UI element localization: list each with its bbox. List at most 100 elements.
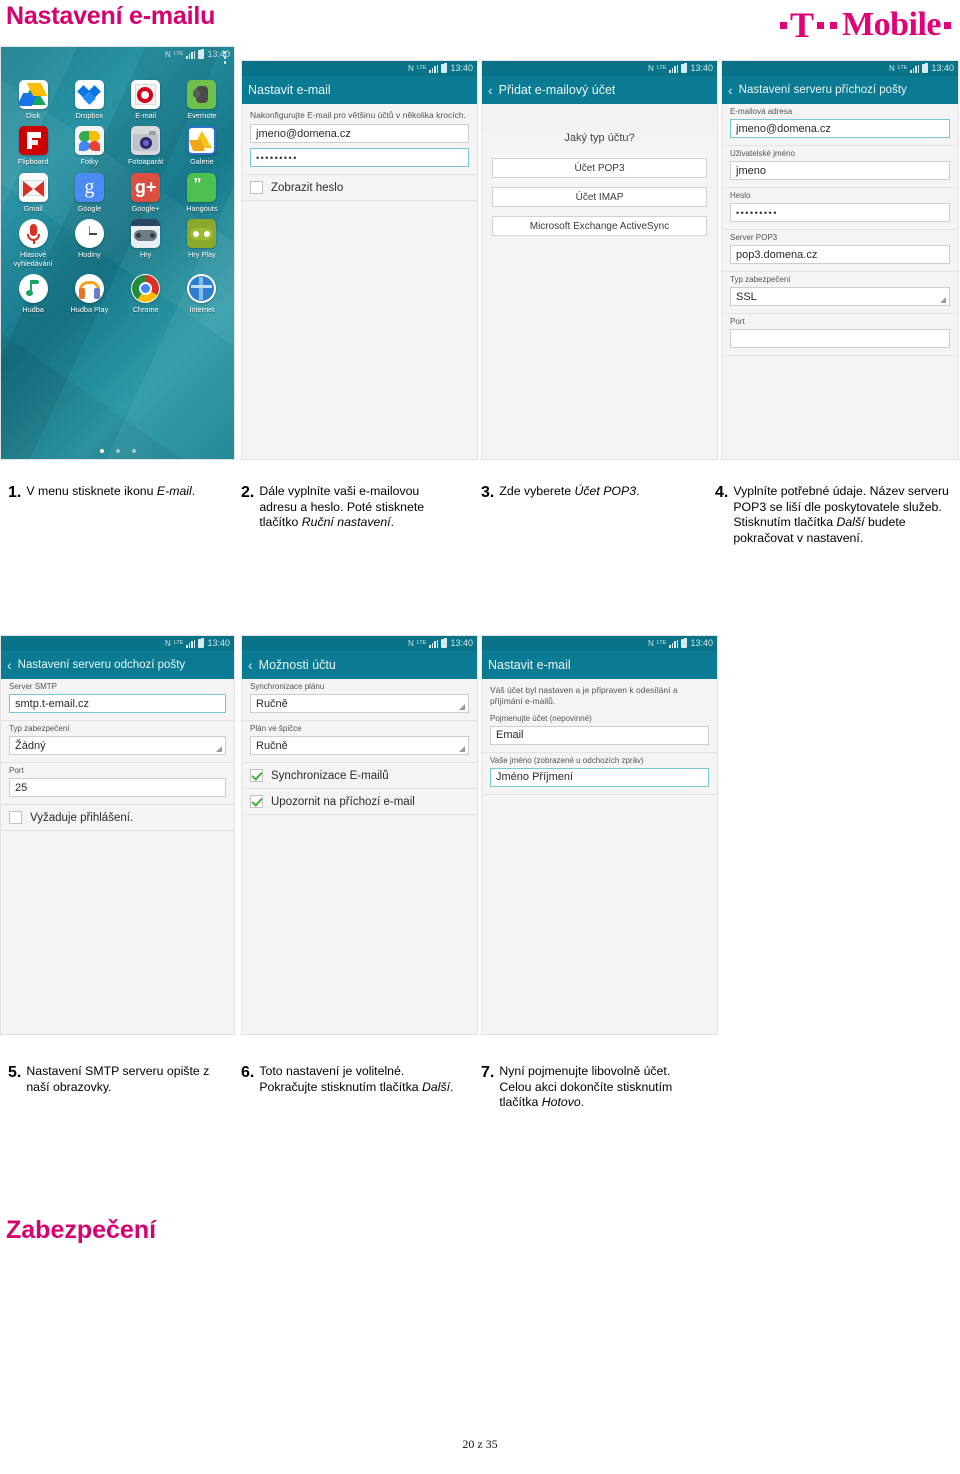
- camera-icon: [131, 126, 161, 156]
- app-hangouts[interactable]: ” Hangouts: [174, 172, 230, 213]
- clock: 13:40: [450, 638, 473, 648]
- voice-search-icon: [18, 219, 48, 249]
- signal-icon: [186, 639, 196, 648]
- require-signin-label: Vyžaduje přihlášení.: [30, 811, 134, 824]
- option-exchange[interactable]: Microsoft Exchange ActiveSync: [492, 216, 707, 236]
- app-email[interactable]: E-mail: [118, 80, 174, 120]
- app-evernote[interactable]: Evernote: [174, 80, 230, 120]
- battery-icon: [198, 638, 205, 648]
- account-name-input[interactable]: Email: [490, 725, 709, 745]
- port-input[interactable]: 25: [9, 778, 226, 797]
- page-indicator[interactable]: [1, 449, 234, 453]
- caption-text: V menu stisknete ikonu E-mail.: [26, 484, 196, 498]
- sync-schedule-select[interactable]: Ručně: [250, 694, 469, 713]
- app-label: Fotoaparát: [127, 157, 164, 167]
- back-chevron-icon[interactable]: ‹: [728, 82, 733, 98]
- app-galerie[interactable]: Galerie: [174, 126, 230, 166]
- caption-text: Zde vyberete Účet POP3.: [499, 484, 640, 498]
- nfc-icon: N: [165, 50, 171, 59]
- app-grid: Disk Dropbox E-mail Evernote Flipboard F…: [1, 62, 234, 314]
- require-signin-row[interactable]: Vyžaduje přihlášení.: [1, 805, 234, 831]
- field-label: Typ zabezpečení: [730, 275, 791, 284]
- caption-text: Vyplníte potřebné údaje. Název serveru P…: [733, 484, 949, 546]
- app-fotoaparat[interactable]: Fotoaparát: [118, 126, 174, 166]
- sync-emails-checkbox[interactable]: [250, 769, 263, 782]
- field-account-name: Pojmenujte účet (nepovinné) Email: [482, 710, 717, 753]
- app-bar-title: Nastavit e-mail: [488, 658, 571, 672]
- app-flipboard[interactable]: Flipboard: [5, 126, 61, 166]
- sync-emails-row[interactable]: Synchronizace E-mailů: [242, 763, 477, 789]
- app-hry-play[interactable]: Hry Play: [174, 219, 230, 268]
- nfc-icon: N: [889, 64, 895, 73]
- clock: 13:40: [450, 63, 473, 73]
- app-chrome[interactable]: Chrome: [118, 273, 174, 314]
- pop3-server-input[interactable]: pop3.domena.cz: [730, 245, 950, 264]
- caption-text: Dále vyplníte vaši e-mailovou adresu a h…: [259, 484, 425, 530]
- logo-dot-right: [944, 21, 951, 29]
- username-input[interactable]: jmeno: [730, 161, 950, 180]
- hangouts-icon: ”: [187, 172, 217, 202]
- app-disk[interactable]: Disk: [5, 80, 61, 120]
- field-label: Port: [9, 766, 24, 775]
- lte-icon: LTE: [416, 640, 427, 646]
- caption-number: 6.: [241, 1064, 255, 1081]
- app-label: Fotky: [80, 157, 99, 167]
- back-chevron-icon[interactable]: ‹: [248, 657, 253, 673]
- screenshot-outgoing-server: N LTE 13:40 ‹ Nastavení serveru odchozí …: [0, 635, 235, 1035]
- password-field[interactable]: •••••••••: [250, 148, 469, 168]
- display-name-input[interactable]: Jméno Příjmení: [490, 767, 709, 787]
- security-type-select[interactable]: SSL: [730, 287, 950, 306]
- lte-icon: LTE: [416, 65, 427, 71]
- field-sync-schedule: Synchronizace plánu Ručně: [242, 679, 477, 721]
- back-chevron-icon[interactable]: ‹: [7, 657, 12, 673]
- back-chevron-icon[interactable]: ‹: [488, 82, 493, 98]
- email-field[interactable]: jmeno@domena.cz: [250, 124, 469, 144]
- show-password-row[interactable]: Zobrazit heslo: [242, 174, 477, 202]
- caption-number: 7.: [481, 1064, 495, 1081]
- app-label: Chrome: [132, 304, 159, 314]
- smtp-server-input[interactable]: smtp.t-email.cz: [9, 694, 226, 713]
- app-google[interactable]: g Google: [61, 172, 117, 213]
- app-gmail[interactable]: Gmail: [5, 172, 61, 213]
- app-fotky[interactable]: Fotky: [61, 126, 117, 166]
- app-label: Dropbox: [75, 111, 104, 120]
- logo-dot-mid1: [817, 21, 825, 29]
- security-type-select[interactable]: Žádný: [9, 736, 226, 755]
- app-dropbox[interactable]: Dropbox: [61, 80, 117, 120]
- internet-icon: [187, 273, 217, 303]
- app-hry[interactable]: Hry: [118, 219, 174, 268]
- field-label: E-mailová adresa: [730, 107, 793, 116]
- screen-body: Synchronizace plánu Ručně Plán ve špičce…: [242, 679, 477, 1034]
- app-hudba-play[interactable]: Hudba Play: [61, 273, 117, 314]
- notify-email-checkbox[interactable]: [250, 795, 263, 808]
- caption-7: 7. Nyní pojmenujte libovolně účet. Celou…: [481, 1064, 696, 1111]
- nfc-icon: N: [648, 64, 654, 73]
- signal-icon: [669, 639, 679, 648]
- peak-schedule-select[interactable]: Ručně: [250, 736, 469, 755]
- play-music-icon: [74, 273, 104, 303]
- signal-icon: [429, 64, 439, 73]
- app-googleplus[interactable]: g+ Google+: [118, 172, 174, 213]
- app-bar-title: Nastavit e-mail: [248, 83, 331, 97]
- lte-icon: LTE: [897, 65, 908, 71]
- option-pop3[interactable]: Účet POP3: [492, 158, 707, 178]
- option-imap[interactable]: Účet IMAP: [492, 187, 707, 207]
- app-hlasove-vyhledavani[interactable]: Hlasové vyhledávání: [5, 219, 61, 268]
- require-signin-checkbox[interactable]: [9, 811, 22, 824]
- app-hudba[interactable]: Hudba: [5, 273, 61, 314]
- port-input[interactable]: [730, 329, 950, 348]
- app-hodiny[interactable]: Hodiny: [61, 219, 117, 268]
- show-password-checkbox[interactable]: [250, 181, 263, 195]
- password-input[interactable]: •••••••••: [730, 203, 950, 222]
- notify-email-label: Upozornit na příchozí e-mail: [271, 795, 415, 808]
- clock: 13:40: [690, 638, 713, 648]
- music-icon: [18, 273, 48, 303]
- status-bar: N LTE 13:40: [482, 636, 717, 651]
- caption-4: 4. Vyplníte potřebné údaje. Název server…: [715, 484, 955, 547]
- email-address-input[interactable]: jmeno@domena.cz: [730, 119, 950, 138]
- field-email-address: E-mailová adresa jmeno@domena.cz: [722, 104, 958, 146]
- screen-body: Nakonfigurujte E-mail pro většinu účtů v…: [242, 104, 477, 459]
- app-internet[interactable]: Internet: [174, 273, 230, 314]
- notify-email-row[interactable]: Upozornit na příchozí e-mail: [242, 789, 477, 815]
- field-username: Uživatelské jméno jmeno: [722, 146, 958, 188]
